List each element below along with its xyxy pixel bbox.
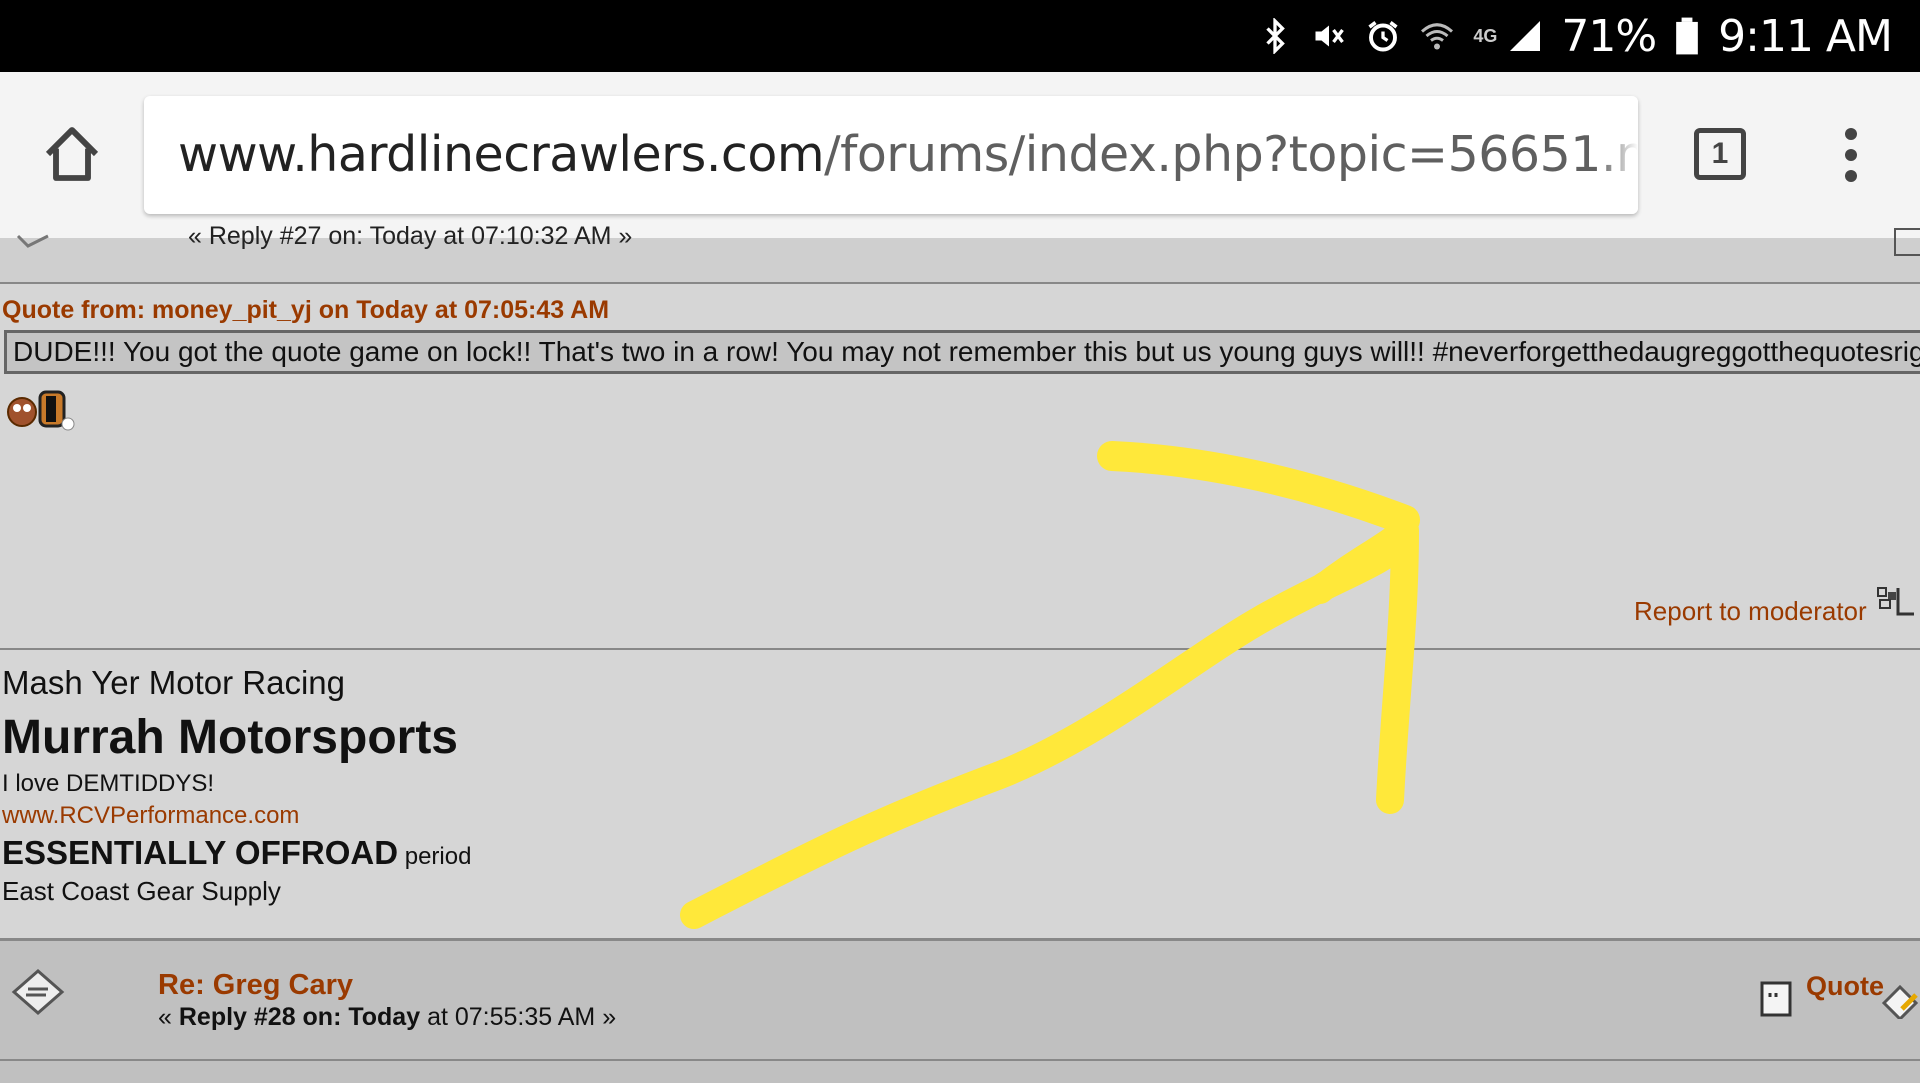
quote-block: DUDE!!! You got the quote game on lock!!… [4, 330, 1920, 374]
url-bar[interactable]: www.hardlinecrawlers.com/forums/index.ph… [144, 96, 1638, 214]
clock: 9:11 AM [1718, 10, 1893, 62]
signature-line-5-bold: ESSENTIALLY OFFROAD [2, 834, 399, 871]
signature-line-3: I love DEMTIDDYS! [2, 770, 215, 797]
url-path: /forums/index.php?topic=56651.msg669 [824, 126, 1638, 183]
next-post-reply-label: « Reply #28 on: Today at 07:55:35 AM » [158, 1003, 616, 1032]
alarm-icon [1368, 21, 1398, 52]
quote-button[interactable]: Quote [1806, 971, 1884, 1002]
ip-log-icon [1877, 587, 1914, 616]
browser-toolbar: www.hardlinecrawlers.com/forums/index.ph… [0, 72, 1920, 239]
next-post-title[interactable]: Re: Greg Cary [158, 969, 353, 1002]
status-bar: 4G 71% 9:11 AM [0, 0, 1920, 72]
signature-divider [0, 648, 1920, 650]
signature-line-2: Murrah Motorsports [2, 711, 458, 764]
overflow-menu-icon[interactable] [1840, 128, 1862, 188]
signature-link[interactable]: www.RCVPerformance.com [2, 802, 299, 830]
tab-count: 1 [1711, 137, 1729, 170]
signature-line-6: East Coast Gear Supply [2, 876, 281, 906]
quote-icon[interactable] [1760, 981, 1792, 1017]
forum-thread: « Reply #27 on: Today at 07:10:32 AM » Q… [0, 222, 1920, 1083]
reply-time: at 07:55:35 AM » [420, 1003, 617, 1031]
reply-number: Reply #28 on: Today [178, 1003, 421, 1031]
battery-percent: 71% [1561, 10, 1657, 62]
vibrate-mute-icon [1315, 25, 1345, 47]
network-type-label: 4G [1473, 25, 1498, 46]
report-to-moderator-link[interactable]: Report to moderator [1634, 596, 1867, 627]
reply-prefix: « [158, 1003, 179, 1031]
cool-smiley-icon [7, 390, 75, 431]
next-post-header: Re: Greg Cary « Reply #28 on: Today at 0… [0, 938, 1920, 1083]
tab-switcher-icon[interactable]: 1 [1694, 128, 1746, 180]
bluetooth-icon [1266, 18, 1286, 54]
signature-line-1: Mash Yer Motor Racing [2, 664, 346, 701]
signal-icon [1510, 21, 1541, 51]
signature-line-5-small: period [398, 843, 472, 870]
url-fade [1598, 96, 1638, 214]
post-icon [16, 234, 49, 248]
url-text[interactable]: www.hardlinecrawlers.com/forums/index.ph… [178, 96, 1638, 214]
modify-icon[interactable] [1880, 979, 1920, 1019]
previous-reply-label: « Reply #27 on: Today at 07:10:32 AM » [188, 222, 633, 250]
quote-header-link[interactable]: Quote from: money_pit_yj on Today at 07:… [2, 296, 609, 325]
post-divider [0, 1059, 1920, 1061]
wifi-icon [1421, 23, 1454, 50]
post-icon [11, 969, 65, 1015]
previous-post-header: « Reply #27 on: Today at 07:10:32 AM » [0, 222, 1920, 284]
signature-line-5: ESSENTIALLY OFFROAD period [2, 834, 471, 872]
url-host: www.hardlinecrawlers.com [178, 126, 825, 183]
battery-icon [1676, 17, 1698, 55]
quote-edge-icon [1894, 228, 1920, 256]
home-icon[interactable] [40, 122, 104, 186]
